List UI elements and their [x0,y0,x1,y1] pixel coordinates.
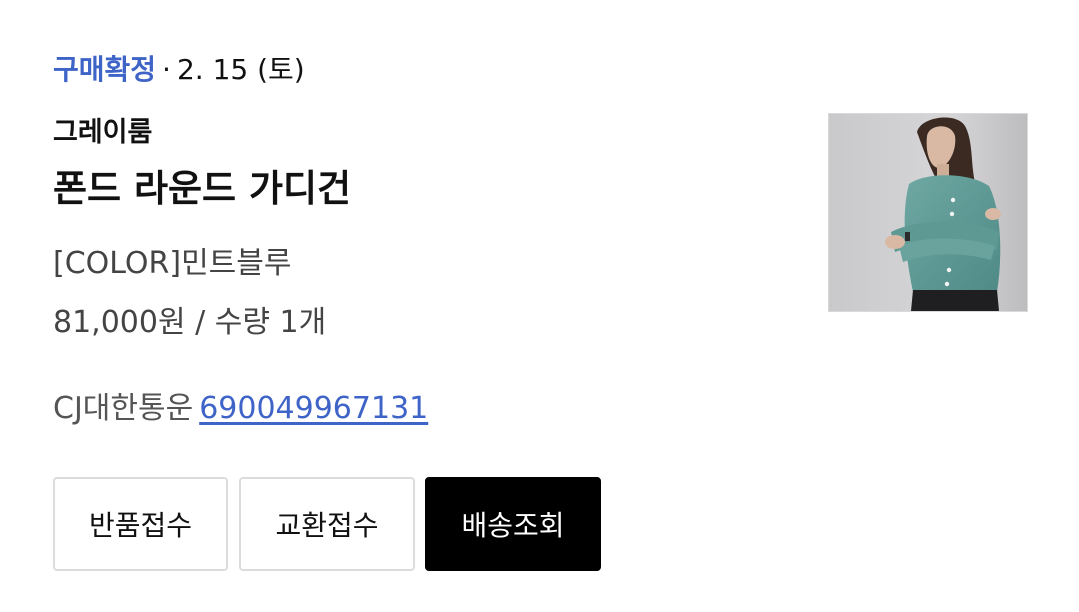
product-thumbnail[interactable] [828,113,1028,312]
price-quantity: 81,000원 / 수량 1개 [53,305,327,340]
exchange-request-button[interactable]: 교환접수 [239,477,415,571]
product-name[interactable]: 폰드 라운드 가디건 [53,164,351,214]
status-separator: · [162,53,171,86]
shipping-info: CJ대한통운 690049967131 [53,388,428,430]
courier-name: CJ대한통운 [53,391,194,426]
order-status-row: 구매확정 · 2. 15 (토) [53,50,305,90]
tracking-number-link[interactable]: 690049967131 [199,391,428,426]
order-status-date: 2. 15 (토) [176,53,305,86]
order-item-card: 구매확정 · 2. 15 (토) 그레이룸 폰드 라운드 가디건 [COLOR]민트… [0,0,1079,612]
brand-name[interactable]: 그레이룸 [53,113,152,153]
return-request-button[interactable]: 반품접수 [53,477,228,571]
track-delivery-button[interactable]: 배송조회 [425,477,601,571]
product-photo-image [829,114,1027,311]
order-status-label: 구매확정 [53,53,157,86]
product-option: [COLOR]민트블루 [53,246,292,281]
